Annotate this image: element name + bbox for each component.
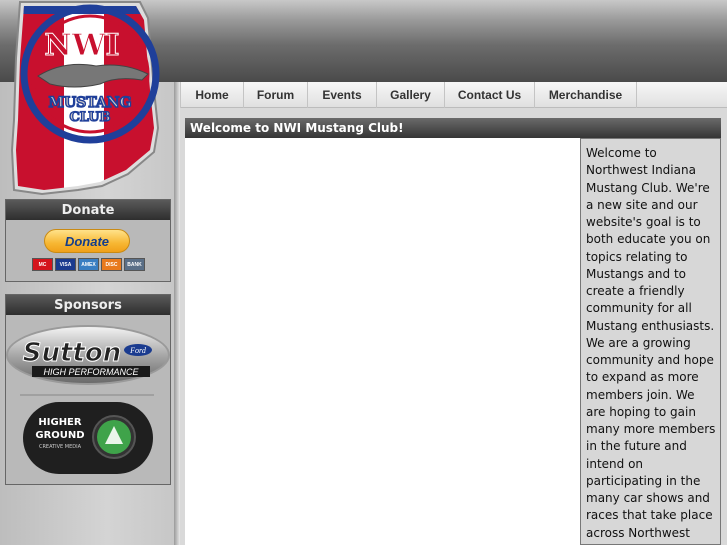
sutton-ford-logo[interactable]: Sutton Ford HIGH PERFORMANCE xyxy=(6,325,170,385)
bank-icon: BANK xyxy=(124,258,145,271)
payment-cards: MC VISA AMEX DISC BANK xyxy=(32,258,145,271)
logo-text-bottom: CLUB xyxy=(69,110,110,125)
sponsor2-line1: HIGHER xyxy=(38,417,81,428)
visa-icon: VISA xyxy=(55,258,76,271)
sponsor1-name: Sutton xyxy=(23,338,121,368)
nav-merchandise[interactable]: Merchandise xyxy=(535,82,637,108)
amex-icon: AMEX xyxy=(78,258,99,271)
main-nav: Home Forum Events Gallery Contact Us Mer… xyxy=(180,82,727,108)
sponsors-box: Sponsors Sutton Ford HIGH PERFORMANCE HI… xyxy=(5,294,171,485)
higher-ground-logo[interactable]: HIGHER GROUND CREATIVE MEDIA xyxy=(23,402,153,474)
page-title: Welcome to NWI Mustang Club! xyxy=(185,118,721,138)
content-area xyxy=(185,138,580,545)
welcome-text: Welcome to Northwest Indiana Mustang Clu… xyxy=(580,138,721,545)
donate-title: Donate xyxy=(6,200,170,220)
nav-home[interactable]: Home xyxy=(180,82,244,108)
sponsors-title: Sponsors xyxy=(6,295,170,315)
club-logo[interactable]: NWI MUSTANG CLUB xyxy=(4,0,176,195)
sponsor2-line2: GROUND xyxy=(35,430,84,441)
logo-text-top: NWI xyxy=(44,28,119,63)
sponsor1-tagline: HIGH PERFORMANCE xyxy=(43,367,139,377)
sponsor2-line3: CREATIVE MEDIA xyxy=(39,444,82,450)
mastercard-icon: MC xyxy=(32,258,53,271)
nav-contact-us[interactable]: Contact Us xyxy=(445,82,535,108)
nav-gallery[interactable]: Gallery xyxy=(377,82,445,108)
donate-box: Donate Donate MC VISA AMEX DISC BANK xyxy=(5,199,171,282)
donate-button[interactable]: Donate xyxy=(44,229,130,253)
sponsor-logos: Sutton Ford HIGH PERFORMANCE HIGHER GROU… xyxy=(6,325,170,474)
nav-forum[interactable]: Forum xyxy=(244,82,308,108)
logo-text-middle: MUSTANG xyxy=(48,95,131,111)
discover-icon: DISC xyxy=(101,258,122,271)
sponsor1-brand: Ford xyxy=(129,346,147,355)
nav-events[interactable]: Events xyxy=(308,82,377,108)
